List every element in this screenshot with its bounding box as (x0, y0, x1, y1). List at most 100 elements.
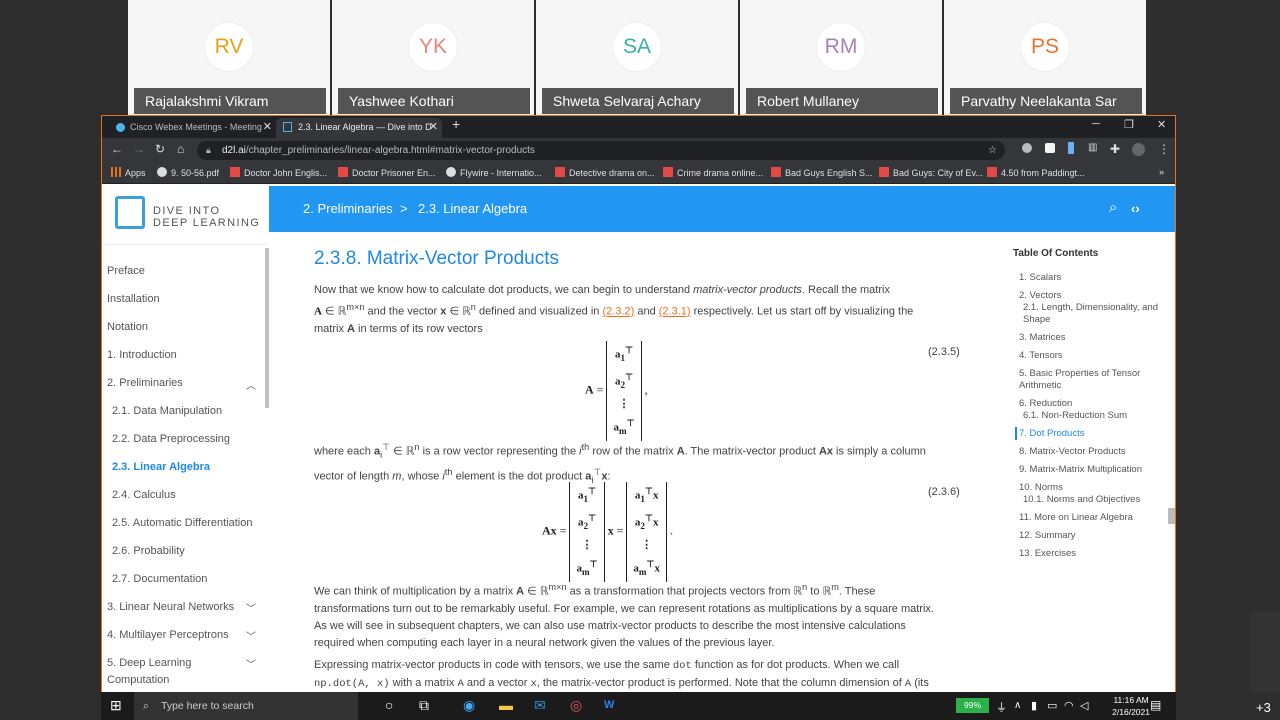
sidebar-item-data-manipulation[interactable]: 2.1. Data Manipulation (112, 405, 222, 417)
battery-icon[interactable]: ▭ (1047, 699, 1057, 712)
close-icon[interactable]: ✕ (263, 118, 272, 136)
back-icon[interactable]: ← (111, 142, 123, 156)
toc-item[interactable]: 8. Matrix-Vector Products (1019, 446, 1126, 457)
sidebar-item-installation[interactable]: Installation (107, 293, 160, 305)
toc-item[interactable]: 10. Norms (1019, 482, 1063, 493)
sidebar-item-linear-networks[interactable]: 3. Linear Neural Networks (107, 601, 234, 613)
more-participants-count[interactable]: +3 (1256, 700, 1271, 715)
bookmark-item[interactable]: Detective drama on... (555, 167, 655, 178)
toc-item[interactable]: 5. Basic Properties of Tensor (1019, 368, 1140, 379)
sidebar-item-calculus[interactable]: 2.4. Calculus (112, 489, 176, 501)
toc-item-active[interactable]: 7. Dot Products (1019, 428, 1084, 439)
sidebar-item-mlp[interactable]: 4. Multilayer Perceptrons (107, 629, 229, 641)
sidebar-item-documentation[interactable]: 2.7. Documentation (112, 573, 207, 585)
equation-ref[interactable]: (2.3.2) (602, 306, 634, 318)
tab-webex[interactable]: Cisco Webex Meetings - Meeting ✕ (110, 118, 276, 138)
toc-item[interactable]: 9. Matrix-Matrix Multiplication (1019, 464, 1142, 475)
extension-icon[interactable]: ▥ (1088, 142, 1097, 153)
toc-item[interactable]: 6.1. Non-Reduction Sum (1023, 410, 1127, 421)
network-icon[interactable]: ▮ (1031, 699, 1037, 712)
chrome-icon[interactable]: ◎ (570, 697, 582, 714)
toc-item[interactable]: 10.1. Norms and Objectives (1023, 494, 1140, 505)
file-explorer-icon[interactable]: ▬ (499, 697, 513, 713)
puzzle-icon[interactable]: ✚ (1110, 142, 1120, 156)
minimize-icon[interactable]: ─ (1092, 118, 1100, 130)
sidebar-item-preface[interactable]: Preface (107, 265, 145, 277)
participant-tile[interactable]: SA Shweta Selvaraj Achary (536, 0, 738, 116)
word-icon[interactable]: W (604, 699, 614, 711)
participant-tile[interactable]: RM Robert Mullaney (740, 0, 942, 116)
star-icon[interactable]: ☆ (988, 141, 997, 160)
toc-item[interactable]: 2.1. Length, Dimensionality, and (1023, 302, 1158, 313)
wifi-icon[interactable]: ◠ (1064, 699, 1074, 712)
toc-item[interactable]: 2. Vectors (1019, 290, 1061, 301)
sidebar-item-introduction[interactable]: 1. Introduction (107, 349, 177, 361)
chevron-down-icon[interactable]: ﹀ (246, 656, 256, 671)
equation-ref[interactable]: (2.3.1) (659, 306, 691, 318)
sidebar-item-notation[interactable]: Notation (107, 321, 148, 333)
logo-text[interactable]: DIVE INTO DEEP LEARNING (153, 205, 260, 229)
edge-icon[interactable]: ◉ (463, 697, 475, 714)
forward-icon[interactable]: → (133, 142, 145, 156)
bookmark-item[interactable]: Crime drama online... (663, 167, 763, 178)
participant-tile[interactable]: YK Yashwee Kothari (332, 0, 534, 116)
bookmark-item[interactable]: Bad Guys: City of Ev... (879, 167, 983, 178)
volume-icon[interactable]: ◁ (1080, 699, 1088, 712)
breadcrumb-preliminaries[interactable]: 2. Preliminaries (303, 201, 393, 216)
new-tab-button[interactable]: + (452, 116, 460, 132)
toc-item[interactable]: 6. Reduction (1019, 398, 1072, 409)
menu-icon[interactable]: ⋮ (1158, 142, 1170, 156)
sidebar-scrollbar[interactable] (265, 248, 269, 408)
toc-item[interactable]: 3. Matrices (1019, 332, 1065, 343)
chevron-down-icon[interactable]: ﹀ (246, 628, 256, 643)
url-field[interactable]: 🔒︎ d2l.ai/chapter_preliminaries/linear-a… (197, 141, 1005, 160)
sidebar-item-linear-algebra[interactable]: 2.3. Linear Algebra (112, 461, 210, 473)
bookmark-item[interactable]: Doctor John Englis... (230, 167, 327, 178)
sidebar-item-data-preprocessing[interactable]: 2.2. Data Preprocessing (112, 433, 230, 445)
cortana-icon[interactable]: ○ (385, 697, 393, 713)
code-icon[interactable]: ‹› (1131, 201, 1140, 216)
page-scrollbar[interactable] (1168, 508, 1175, 524)
notification-icon[interactable]: ▤ (1150, 698, 1161, 712)
taskbar-search[interactable]: ⌕ Type here to search (134, 692, 358, 720)
bookmark-item[interactable]: Doctor Prisoner En... (338, 167, 436, 178)
extension-icon[interactable] (1068, 142, 1074, 154)
battery-indicator[interactable]: 99% (956, 698, 989, 713)
breadcrumb-linear-algebra[interactable]: 2.3. Linear Algebra (418, 201, 527, 216)
participant-tile[interactable]: RV Rajalakshmi Vikram (128, 0, 330, 116)
window-close-icon[interactable]: ✕ (1157, 118, 1166, 131)
profile-avatar[interactable] (1132, 143, 1145, 156)
sidebar-item-dl-computation[interactable]: 5. Deep Learning (107, 657, 191, 669)
mail-icon[interactable]: ✉ (534, 697, 546, 714)
home-icon[interactable]: ⌂ (177, 142, 184, 156)
toc-item[interactable]: 4. Tensors (1019, 350, 1063, 361)
toc-item[interactable]: 1. Scalars (1019, 272, 1061, 283)
sidebar-item-probability[interactable]: 2.6. Probability (112, 545, 185, 557)
sidebar-item-autodiff[interactable]: 2.5. Automatic Differentiation (112, 517, 252, 529)
sidebar-item-computation[interactable]: Computation (107, 674, 169, 686)
toc-item[interactable]: 11. More on Linear Algebra (1019, 512, 1133, 523)
toc-item[interactable]: 13. Exercises (1019, 548, 1076, 559)
bookmark-item[interactable]: 9. 50-56.pdf (157, 167, 219, 178)
task-view-icon[interactable]: ⧉ (419, 697, 429, 714)
bookmark-apps[interactable]: Apps (111, 167, 146, 178)
bookmarks-overflow-icon[interactable]: » (1159, 167, 1164, 177)
chevron-up-icon[interactable]: ∧ (1014, 700, 1021, 711)
bookmark-item[interactable]: 4.50 from Paddingt... (987, 167, 1085, 178)
toc-item[interactable]: Arithmetic (1019, 380, 1061, 391)
participant-tile[interactable]: PS Parvathy Neelakanta Sar (944, 0, 1146, 116)
windows-start-icon[interactable]: ⊞ (110, 697, 122, 714)
tab-linear-algebra[interactable]: 2.3. Linear Algebra — Dive into D ✕ (276, 118, 442, 138)
close-icon[interactable]: ✕ (429, 118, 438, 136)
extension-icon[interactable] (1022, 143, 1032, 153)
toc-item[interactable]: Shape (1023, 314, 1050, 325)
restore-icon[interactable]: ❐ (1124, 118, 1134, 131)
bookmark-item[interactable]: Flywire - Internatio... (446, 167, 542, 178)
clock[interactable]: 11:16 AM 2/16/2021 (1112, 694, 1150, 718)
extension-icon[interactable] (1045, 143, 1055, 153)
sidebar-item-preliminaries[interactable]: 2. Preliminaries (107, 377, 183, 389)
plug-icon[interactable]: ⏚ (996, 699, 1007, 715)
d2l-logo-icon[interactable] (115, 196, 145, 229)
chevron-up-icon[interactable]: ︿ (246, 377, 256, 392)
toc-item[interactable]: 12. Summary (1019, 530, 1076, 541)
